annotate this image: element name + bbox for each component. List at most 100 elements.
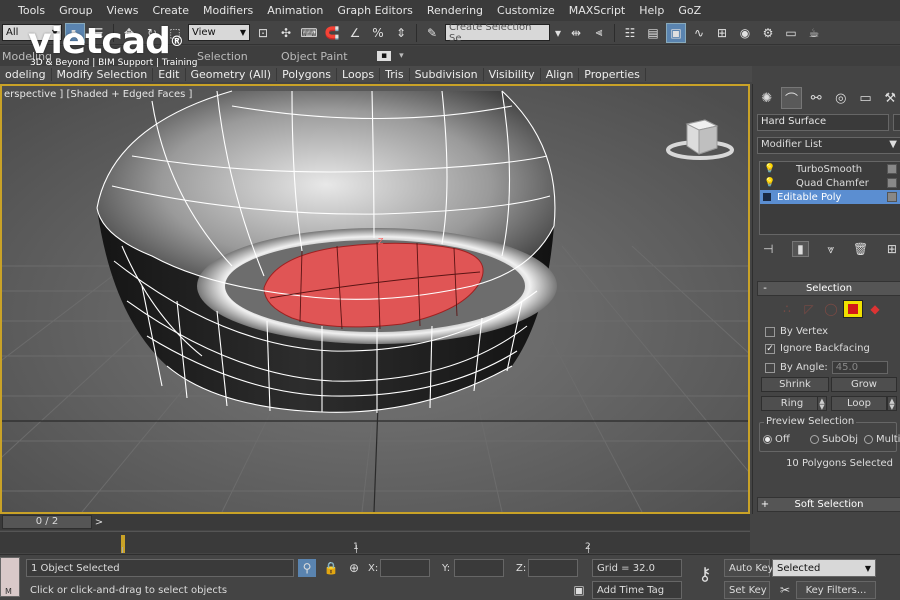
loop-spinner[interactable]: ▲ ▼ [887,396,897,411]
ribbon-panel-visibility[interactable]: Visibility [484,67,541,81]
hierarchy-tab-icon[interactable]: ⚯ [805,87,827,109]
isolate-selection-icon[interactable]: ⚲ [298,559,316,577]
selection-rollout-header[interactable]: - Selection [757,281,900,296]
angle-spinner-field[interactable]: 45.0 [831,361,888,374]
utilities-tab-icon[interactable]: ⚒ [879,87,900,109]
layer-manager-icon[interactable]: ☷ [620,23,640,43]
material-editor-icon[interactable]: ◉ [735,23,755,43]
maxscript-listener-mini[interactable]: M [0,557,20,597]
absolute-mode-icon[interactable]: ⊕ [345,559,363,577]
render-setup-icon[interactable]: ⚙ [758,23,778,43]
ribbon-panel-subdivision[interactable]: Subdivision [410,67,484,81]
display-tab-icon[interactable]: ▭ [855,87,877,109]
pin-stack-icon[interactable]: ⊣ [763,242,773,256]
keyboard-shortcut-icon[interactable]: ⌨ [299,23,319,43]
select-manipulate-icon[interactable]: ✣ [276,23,296,43]
perspective-viewport[interactable]: erspective ] [Shaded + Edged Faces ] Z [0,84,750,514]
shrink-button[interactable]: Shrink [761,377,829,392]
chevron-down-icon[interactable]: ▾ [553,23,563,43]
menu-item-tools[interactable]: Tools [0,4,52,17]
menu-item-maxscript[interactable]: MAXScript [562,4,632,17]
menu-item-views[interactable]: Views [100,4,146,17]
angle-snap-icon[interactable]: ∠ [345,23,365,43]
spinner-snap-icon[interactable]: ⇕ [391,23,411,43]
ribbon-panel-loops[interactable]: Loops [337,67,381,81]
preview-off-radio[interactable]: Off [763,434,790,445]
ribbon-panel-geometry-all-[interactable]: Geometry (All) [186,67,278,81]
time-tag-icon[interactable]: ▣ [570,581,588,599]
mirror-icon[interactable]: ⇹ [566,23,586,43]
rendered-frame-icon[interactable]: ▭ [781,23,801,43]
add-time-tag-button[interactable]: Add Time Tag [592,581,682,599]
next-frame-button[interactable]: > [92,517,106,528]
stack-item-quad-chamfer[interactable]: 💡 Quad Chamfer [760,176,900,190]
lightbulb-icon[interactable]: 💡 [764,178,775,188]
time-slider-thumb[interactable]: 0 / 2 [2,515,92,529]
y-coordinate-field[interactable] [454,559,504,577]
ribbon-options-icon[interactable]: ▪ [377,51,392,61]
stack-item-checkbox[interactable] [887,164,897,174]
ring-button[interactable]: Ring [761,396,823,411]
ring-spinner[interactable]: ▲ ▼ [817,396,827,411]
schematic-view-icon[interactable]: ⊞ [712,23,732,43]
show-end-result-icon[interactable]: ▮ [792,241,809,257]
ribbon-panel-tris[interactable]: Tris [380,67,410,81]
object-name-field[interactable]: Hard Surface [757,114,889,131]
element-level-icon[interactable]: ◆ [865,300,885,318]
x-coordinate-field[interactable] [380,559,430,577]
align-icon[interactable]: ⫷ [589,23,609,43]
modify-tab-icon[interactable]: ⌒ [780,87,803,109]
menu-item-rendering[interactable]: Rendering [420,4,490,17]
menu-item-group[interactable]: Group [52,4,100,17]
menu-item-create[interactable]: Create [145,4,196,17]
key-filters-button[interactable]: Key Filters... [796,581,876,599]
pivot-center-icon[interactable]: ⊡ [253,23,273,43]
preview-subobj-radio[interactable]: SubObj [810,434,858,445]
render-icon[interactable]: ☕ [804,23,824,43]
auto-key-button[interactable]: Auto Key [724,559,774,577]
ribbon-panel-odeling[interactable]: odeling [0,67,52,81]
z-coordinate-field[interactable] [528,559,578,577]
track-bar[interactable]: 1 2 [0,531,750,553]
hard-surface-object[interactable]: Z [96,90,557,413]
key-mode-dropdown[interactable]: Selected ▼ [772,559,876,577]
border-level-icon[interactable]: ◯ [821,300,841,318]
set-key-icon[interactable]: ⚷ [690,564,720,585]
chevron-down-icon[interactable]: ▾ [399,51,404,61]
menu-item-goz[interactable]: GoZ [671,4,708,17]
modifier-list-dropdown[interactable]: Modifier List ▼ [757,137,900,154]
ribbon-panel-align[interactable]: Align [541,67,580,81]
by-vertex-checkbox[interactable]: By Vertex [765,326,828,337]
grow-button[interactable]: Grow [831,377,897,392]
stack-item-editable-poly[interactable]: Editable Poly [760,190,900,204]
selection-lock-icon[interactable]: 🔒 [322,559,340,577]
vertex-level-icon[interactable]: ∴ [777,300,797,318]
expand-icon[interactable] [763,193,771,201]
time-slider[interactable]: 0 / 2 > [0,514,750,530]
polygon-level-icon[interactable] [843,300,863,318]
edit-named-selection-icon[interactable]: ✎ [422,23,442,43]
ignore-backfacing-checkbox[interactable]: ✓ Ignore Backfacing [765,343,870,354]
graphite-tools-icon[interactable]: ▣ [666,22,686,43]
curve-editor-icon[interactable]: ∿ [689,23,709,43]
ribbon-toggle-icon[interactable]: ▤ [643,23,663,43]
make-unique-icon[interactable]: ⩔ [827,242,834,257]
stack-item-checkbox[interactable] [887,192,897,202]
lightbulb-icon[interactable]: 💡 [764,164,775,174]
menu-item-modifiers[interactable]: Modifiers [196,4,260,17]
ribbon-tab-object-paint[interactable]: Object Paint [281,50,377,63]
stack-item-checkbox[interactable] [887,178,897,188]
ribbon-panel-properties[interactable]: Properties [579,67,646,81]
edge-level-icon[interactable]: ◸ [799,300,819,318]
set-key-button[interactable]: Set Key [724,581,770,599]
object-color-swatch[interactable] [893,114,900,131]
named-selection-set-field[interactable]: Create Selection Se [445,22,550,44]
configure-modifier-sets-icon[interactable]: ⊞ [887,242,897,256]
ribbon-panel-polygons[interactable]: Polygons [277,67,338,81]
loop-button[interactable]: Loop [831,396,887,411]
create-tab-icon[interactable]: ✺ [756,87,778,109]
menu-item-graph-editors[interactable]: Graph Editors [330,4,420,17]
ribbon-panel-edit[interactable]: Edit [153,67,186,81]
by-angle-checkbox[interactable]: By Angle: 45.0 [765,361,888,374]
menu-item-animation[interactable]: Animation [260,4,330,17]
